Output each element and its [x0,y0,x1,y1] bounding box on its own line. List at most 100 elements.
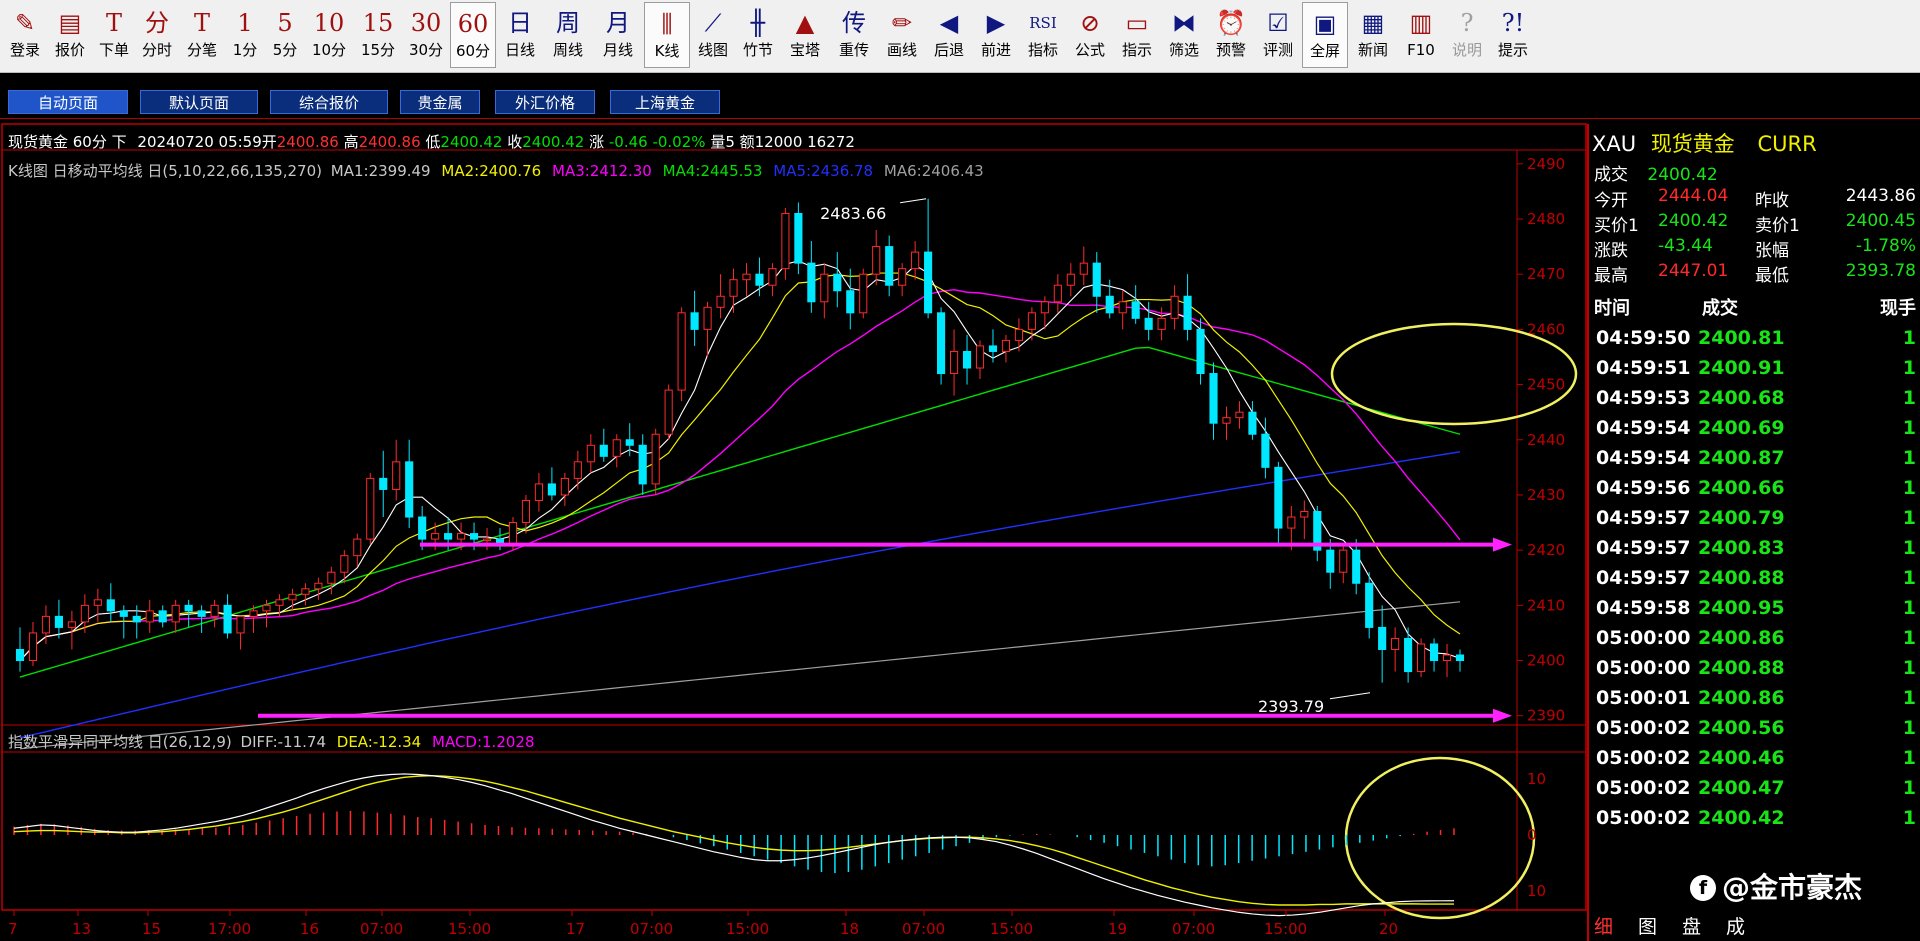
panel-tab-0[interactable]: 细 [1594,912,1613,939]
tick-row[interactable]: 05:00:00 2400.88 1 [1592,657,1918,687]
tick-row[interactable]: 05:00:02 2400.47 1 [1592,777,1918,807]
quote-value: 2444.04 [1658,186,1729,206]
candle-body [80,604,89,623]
tick-row[interactable]: 04:59:57 2400.79 1 [1592,507,1918,537]
time-tick-label: 20 [1379,920,1398,938]
tick-row[interactable]: 04:59:57 2400.83 1 [1592,537,1918,567]
quote-value: 2447.01 [1658,261,1729,281]
candle-body [41,615,51,634]
tick-vol: 1 [1902,807,1916,829]
price-tick-label: 2450 [1527,376,1565,394]
time-tick-label: 07:00 [360,920,403,938]
candle-body [586,444,595,463]
tick-time: 05:00:02 [1596,747,1691,769]
price-tick-label: 2400 [1527,652,1565,670]
candle-body [119,610,128,617]
ma3-line [19,289,1461,662]
ma2-value: MA2:2400.76 [441,162,542,180]
low-annotation: 2393.79 [1258,697,1324,716]
tick-price: 2400.83 [1698,537,1785,559]
low-arrow-line-head [1493,708,1512,723]
tick-row[interactable]: 04:59:51 2400.91 1 [1592,357,1918,387]
dea-value: DEA:-12.34 [336,733,422,751]
candle-body [924,251,933,314]
macd-tick-label: 10 [1527,882,1546,900]
panel-tab-3[interactable]: 成 [1726,912,1745,939]
candle-body [1066,273,1075,286]
quote-label: 买价1 [1594,216,1639,236]
chart-title: 现货黄金 60分 下 [8,133,127,151]
time-tick-label: 15:00 [990,920,1033,938]
panel-tab-1[interactable]: 图 [1638,912,1657,939]
candle-body [508,522,518,546]
tick-row[interactable]: 04:59:56 2400.66 1 [1592,477,1918,507]
time-tick-label: 07:00 [1172,920,1215,938]
candle-body [67,621,76,628]
candle-body [1105,295,1114,314]
candle-body [1235,411,1244,419]
quote-header: XAU 现货黄金 CURR [1592,128,1817,158]
extra-value: 16272 [807,133,855,151]
candle-body [288,593,297,601]
quote-info-bar: 现货黄金 60分 下 20240720 05:59开2400.86 高2400.… [8,131,855,152]
tick-row[interactable]: 04:59:50 2400.81 1 [1592,327,1918,357]
tick-row[interactable]: 05:00:02 2400.46 1 [1592,747,1918,777]
tick-price: 2400.69 [1698,417,1785,439]
panel-tab-2[interactable]: 盘 [1682,912,1701,939]
tick-vol: 1 [1902,597,1916,619]
tick-price: 2400.47 [1698,777,1785,799]
tick-vol: 1 [1902,357,1916,379]
ma2-line [19,272,1461,661]
candle-body [197,610,206,617]
tick-price: 2400.88 [1698,657,1785,679]
tick-time: 04:59:53 [1596,387,1691,409]
tick-row[interactable]: 05:00:02 2400.42 1 [1592,807,1918,837]
candle-body [820,273,829,303]
highlight-circle [1344,756,1536,920]
ma1-line [19,260,1461,661]
candle-body [457,533,466,540]
high-label: 高 [343,133,359,151]
candle-body [690,312,699,330]
candle-body [469,533,479,540]
tick-price: 2400.87 [1698,447,1785,469]
candle-body [794,212,803,264]
candle-body [911,251,920,270]
tick-price: 2400.46 [1698,747,1785,769]
quote-label: 最高 [1594,266,1628,286]
quote-value: -43.44 [1658,236,1713,256]
tick-vol: 1 [1902,687,1916,709]
candle-body [1300,511,1309,518]
candle-body [1092,262,1101,297]
tick-row[interactable]: 04:59:53 2400.68 1 [1592,387,1918,417]
candle-body [1391,637,1400,650]
tick-row[interactable]: 04:59:58 2400.95 1 [1592,597,1918,627]
ma4-value: MA4:2445.53 [662,162,763,180]
tick-row[interactable]: 05:00:02 2400.56 1 [1592,717,1918,747]
candle-body [781,212,790,270]
candle-body [1222,417,1231,424]
candle-body [1378,626,1387,650]
tick-row[interactable]: 05:00:01 2400.86 1 [1592,687,1918,717]
tick-row[interactable]: 04:59:54 2400.87 1 [1592,447,1918,477]
candle-body [1248,411,1257,435]
ticks-header-price: 成交 [1702,298,1738,319]
tick-row[interactable]: 04:59:57 2400.88 1 [1592,567,1918,597]
quote-value: 2393.78 [1845,261,1916,281]
candle-body [1287,516,1296,529]
candle-body [301,588,310,595]
tick-time: 04:59:57 [1596,507,1691,529]
candle-body [1274,466,1283,529]
tick-vol: 1 [1902,387,1916,409]
tick-vol: 1 [1902,537,1916,559]
low-annotation-leader [1329,692,1371,700]
tick-row[interactable]: 05:00:00 2400.86 1 [1592,627,1918,657]
tick-time: 05:00:00 [1596,657,1691,679]
tick-price: 2400.86 [1698,627,1785,649]
close-label: 收 [507,133,523,151]
candle-body [885,246,894,286]
candle-body [664,389,673,435]
candle-body [1118,301,1127,314]
tick-row[interactable]: 04:59:54 2400.69 1 [1592,417,1918,447]
tick-time: 04:59:58 [1596,597,1691,619]
